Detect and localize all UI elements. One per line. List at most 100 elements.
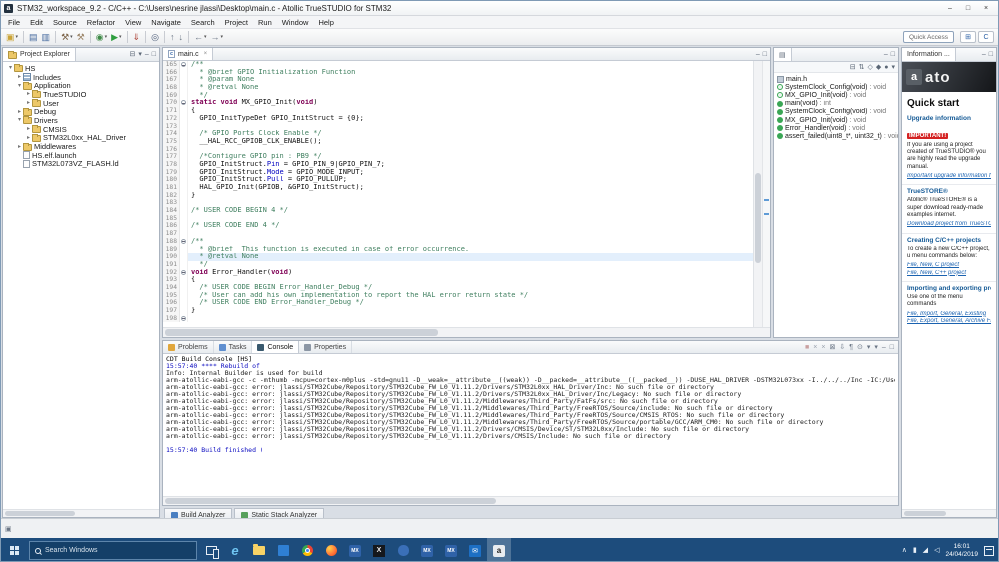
maximize-view-icon[interactable]: □ (152, 51, 156, 58)
editor-vertical-scrollbar[interactable] (753, 61, 762, 327)
maximize-view-icon[interactable]: □ (763, 51, 767, 58)
code-text[interactable]: GPIO_InitTypeDef GPIO_InitStruct = {0}; (188, 115, 753, 123)
stm32cubemx-3[interactable]: MX (439, 538, 463, 561)
menu-refactor[interactable]: Refactor (82, 18, 120, 27)
menu-source[interactable]: Source (48, 18, 82, 27)
view-menu-icon[interactable]: ▾ (891, 63, 895, 71)
twistie-icon[interactable]: ▾ (7, 65, 14, 71)
fold-gutter[interactable] (180, 99, 188, 108)
outline-item[interactable]: MX_GPIO_Init(void) : void (774, 91, 898, 99)
truestudio-tool[interactable]: X (367, 538, 391, 561)
minimize-view-icon[interactable]: – (756, 51, 760, 58)
tree-item-stm32l073vz-flash-ld[interactable]: STM32L073VZ_FLASH.ld (3, 159, 159, 168)
hide-static-icon[interactable]: ◆ (876, 63, 881, 71)
tab-tasks[interactable]: Tasks (214, 341, 253, 353)
code-text[interactable]: /* USER CODE END 4 */ (188, 222, 753, 230)
code-text[interactable]: * @retval None (188, 253, 753, 261)
code-text[interactable]: static void MX_GPIO_Init(void) (188, 99, 753, 107)
maximize-view-icon[interactable]: □ (989, 51, 993, 58)
back-button[interactable]: ← ▾ (192, 30, 209, 44)
code-text[interactable]: } (188, 192, 753, 200)
sort-icon[interactable]: ⇅ (859, 63, 865, 71)
new-wizard-button[interactable]: ▣ ▾ (4, 30, 20, 44)
file-explorer[interactable] (247, 538, 271, 561)
outline-item[interactable]: main(void) : int (774, 100, 898, 108)
tab-problems[interactable]: Problems (163, 341, 214, 353)
build-button[interactable]: ⚒ ▾ (59, 30, 75, 44)
code-text[interactable]: } (188, 307, 753, 315)
tree-item-truestudio[interactable]: ▸ TrueSTUDIO (3, 90, 159, 99)
volume-icon[interactable]: ◁ (934, 547, 939, 554)
menu-help[interactable]: Help (313, 18, 338, 27)
section-heading[interactable]: Upgrade information (907, 115, 991, 122)
save-all-button[interactable]: ▥ (40, 30, 53, 44)
outline-item[interactable]: assert_failed(uint8_t*, uint32_t) : void (774, 132, 898, 140)
code-text[interactable]: void Error_Handler(void) (188, 269, 753, 277)
code-text[interactable]: * @brief This function is executed in ca… (188, 246, 753, 254)
code-text[interactable]: GPIO_InitStruct.Mode = GPIO_MODE_INPUT; (188, 169, 753, 177)
code-text[interactable]: { (188, 107, 753, 115)
flash-download-button[interactable]: ⇓ (131, 30, 143, 44)
minimize-button[interactable]: – (941, 2, 959, 15)
twistie-icon[interactable]: ▸ (16, 74, 23, 80)
tab-outline[interactable]: ▤ (774, 48, 792, 61)
fold-gutter[interactable] (180, 61, 188, 69)
taskbar-clock[interactable]: 16:01 24/04/2019 (945, 543, 978, 559)
terminate-icon[interactable]: ■ (805, 344, 809, 351)
maximize-view-icon[interactable]: □ (890, 344, 894, 351)
twistie-icon[interactable]: ▸ (25, 91, 32, 97)
minimize-view-icon[interactable]: – (982, 51, 986, 58)
menu-edit[interactable]: Edit (25, 18, 48, 27)
chrome-browser[interactable] (295, 538, 319, 561)
atollic-truestudio[interactable]: a (487, 538, 511, 561)
cpp-perspective-icon[interactable]: C (978, 31, 994, 43)
open-console-icon[interactable]: ▾ (874, 343, 878, 351)
close-tab-icon[interactable]: × (204, 51, 208, 57)
clear-console-icon[interactable]: ⊠ (829, 343, 835, 351)
code-text[interactable]: GPIO_InitStruct.Pull = GPIO_PULLUP; (188, 176, 753, 184)
task-view-button[interactable] (199, 538, 223, 561)
search-button[interactable]: ◎ (149, 30, 161, 44)
save-button[interactable]: ▤ (27, 30, 40, 44)
overview-ruler[interactable] (762, 61, 770, 327)
collapse-all-icon[interactable]: ⊟ (129, 51, 135, 58)
code-text[interactable]: /* USER CODE BEGIN Error_Handler_Debug *… (188, 284, 753, 292)
code-text[interactable]: * @brief GPIO Initialization Function (188, 69, 753, 77)
explorer-horizontal-scrollbar[interactable] (3, 509, 159, 517)
build-all-button[interactable]: ⚒ (75, 30, 87, 44)
code-text[interactable] (188, 230, 753, 238)
tree-item-stm32l0xx-hal-driver[interactable]: ▸ STM32L0xx_HAL_Driver (3, 133, 159, 142)
forward-button[interactable]: → ▾ (208, 30, 225, 44)
section-heading[interactable]: Importing and exporting proj... (907, 285, 991, 292)
mail-app[interactable]: ✉ (463, 538, 487, 561)
code-text[interactable]: /** (188, 238, 753, 246)
hidden-icons-chevron[interactable]: ∧ (902, 547, 907, 554)
remove-all-launches-icon[interactable]: × (821, 344, 825, 351)
scrollbar-thumb[interactable] (755, 172, 761, 264)
collapse-icon[interactable] (181, 269, 186, 275)
code-text[interactable]: * @param None (188, 76, 753, 84)
code-text[interactable]: */ (188, 92, 753, 100)
code-text[interactable]: /*Configure GPIO pin : PB9 */ (188, 153, 753, 161)
blue-round-app[interactable] (391, 538, 415, 561)
section-heading[interactable]: Creating C/C++ projects (907, 237, 991, 244)
console-output[interactable]: CDT Build Console [HS] 15:57:40 **** Reb… (163, 354, 898, 496)
scrollbar-thumb[interactable] (165, 498, 496, 504)
outline-item[interactable]: Error_Handler(void) : void (774, 124, 898, 132)
fold-gutter[interactable] (180, 268, 188, 277)
tree-item-middlewares[interactable]: ▸ Middlewares (3, 142, 159, 151)
twistie-icon[interactable]: ▸ (25, 100, 32, 106)
quick-access-box[interactable]: Quick Access (902, 31, 954, 43)
stm32cubemx[interactable]: MX (343, 538, 367, 561)
twistie-icon[interactable]: ▸ (25, 126, 32, 132)
outline-item[interactable]: MX_GPIO_Init(void) : void (774, 116, 898, 124)
open-perspective-icon[interactable]: ⊞ (960, 31, 976, 43)
twistie-icon[interactable]: ▾ (16, 83, 23, 89)
tab-properties[interactable]: Properties (299, 341, 353, 353)
scrollbar-thumb[interactable] (904, 511, 947, 516)
minimize-view-icon[interactable]: – (882, 344, 886, 351)
firefox-browser[interactable] (319, 538, 343, 561)
collapse-icon[interactable] (181, 315, 186, 321)
code-text[interactable]: /* GPIO Ports Clock Enable */ (188, 130, 753, 138)
battery-icon[interactable]: ▮ (913, 547, 917, 554)
